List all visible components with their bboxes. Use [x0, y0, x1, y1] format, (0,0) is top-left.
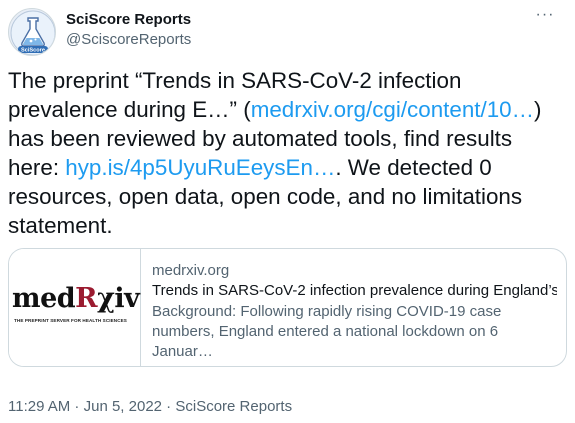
medrxiv-wordmark: medRχiv	[12, 283, 140, 314]
card-description-line-2: numbers, England entered a national lock…	[152, 323, 499, 360]
medrxiv-tagline: THE PREPRINT SERVER FOR HEALTH SCIENCES	[14, 318, 127, 323]
card-domain: medrxiv.org	[152, 262, 230, 279]
card-title: Trends in SARS-CoV-2 infection prevalenc…	[152, 282, 557, 299]
meta-separator-2: ·	[162, 398, 176, 415]
more-horizontal-icon[interactable]: ···	[533, 7, 557, 28]
user-handle[interactable]: @SciscoreReports	[66, 30, 191, 50]
display-name[interactable]: SciScore Reports	[66, 10, 191, 30]
hypothesis-link[interactable]: hyp.is/4p5UyuRuEeysEn…	[65, 155, 335, 180]
card-description-line-1: Background: Following rapidly rising COV…	[152, 303, 502, 320]
card-description: Background: Following rapidly rising COV…	[152, 302, 557, 362]
logo-part-xiv: χiv	[97, 283, 140, 314]
card-body: medrxiv.org Trends in SARS-CoV-2 infecti…	[152, 261, 557, 362]
tweet-header: SciScore SciScore Reports @SciscoreRepor…	[8, 7, 567, 56]
tweet-text: The preprint “Trends in SARS-CoV-2 infec…	[8, 66, 568, 240]
logo-part-med: med	[12, 283, 76, 314]
meta-separator: ·	[70, 398, 84, 415]
flask-icon: SciScore	[10, 10, 55, 55]
medrxiv-link[interactable]: medrxiv.org/cgi/content/10…	[251, 97, 534, 122]
tweet-meta: 11:29 AM · Jun 5, 2022 · SciScore Report…	[8, 397, 292, 417]
link-preview-card[interactable]: medRχiv THE PREPRINT SERVER FOR HEALTH S…	[8, 248, 567, 367]
name-block: SciScore Reports @SciscoreReports	[66, 10, 191, 50]
tweet-time[interactable]: 11:29 AM	[8, 398, 70, 415]
tweet-source[interactable]: SciScore Reports	[175, 398, 292, 415]
avatar[interactable]: SciScore	[8, 8, 56, 56]
medrxiv-logo: medRχiv THE PREPRINT SERVER FOR HEALTH S…	[9, 249, 141, 366]
avatar-label: SciScore	[21, 48, 45, 54]
logo-part-r: R	[75, 283, 98, 314]
tweet-date[interactable]: Jun 5, 2022	[84, 398, 162, 415]
